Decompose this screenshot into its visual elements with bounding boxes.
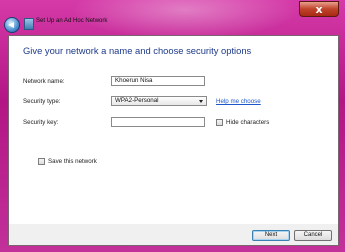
window-title: Set Up an Ad Hoc Network bbox=[36, 18, 108, 24]
window-frame: x Set Up an Ad Hoc Network Give your net… bbox=[0, 0, 345, 252]
page-heading: Give your network a name and choose secu… bbox=[23, 45, 252, 56]
security-key-label: Security key: bbox=[23, 119, 59, 126]
next-button[interactable]: Next bbox=[252, 230, 290, 241]
save-network-checkbox[interactable] bbox=[38, 158, 45, 165]
cancel-button[interactable]: Cancel bbox=[294, 230, 332, 241]
security-type-label: Security type: bbox=[23, 98, 61, 105]
network-wizard-icon bbox=[24, 18, 34, 30]
security-type-select[interactable]: WPA2-Personal bbox=[111, 96, 207, 106]
security-key-input[interactable] bbox=[111, 117, 205, 127]
network-name-label: Network name: bbox=[23, 78, 65, 85]
chevron-down-icon bbox=[199, 100, 203, 103]
button-bar: Next Cancel bbox=[8, 224, 339, 246]
hide-characters-label: Hide characters bbox=[226, 119, 270, 126]
save-network-label: Save this network bbox=[48, 158, 97, 165]
close-button[interactable]: x bbox=[299, 1, 339, 17]
security-type-value: WPA2-Personal bbox=[115, 97, 159, 104]
help-me-choose-link[interactable]: Help me choose bbox=[216, 98, 261, 105]
back-button[interactable] bbox=[4, 17, 20, 33]
content-panel: Give your network a name and choose secu… bbox=[8, 35, 339, 226]
network-name-input[interactable]: Khoerun Nisa bbox=[111, 76, 205, 86]
hide-characters-checkbox[interactable] bbox=[216, 119, 223, 126]
